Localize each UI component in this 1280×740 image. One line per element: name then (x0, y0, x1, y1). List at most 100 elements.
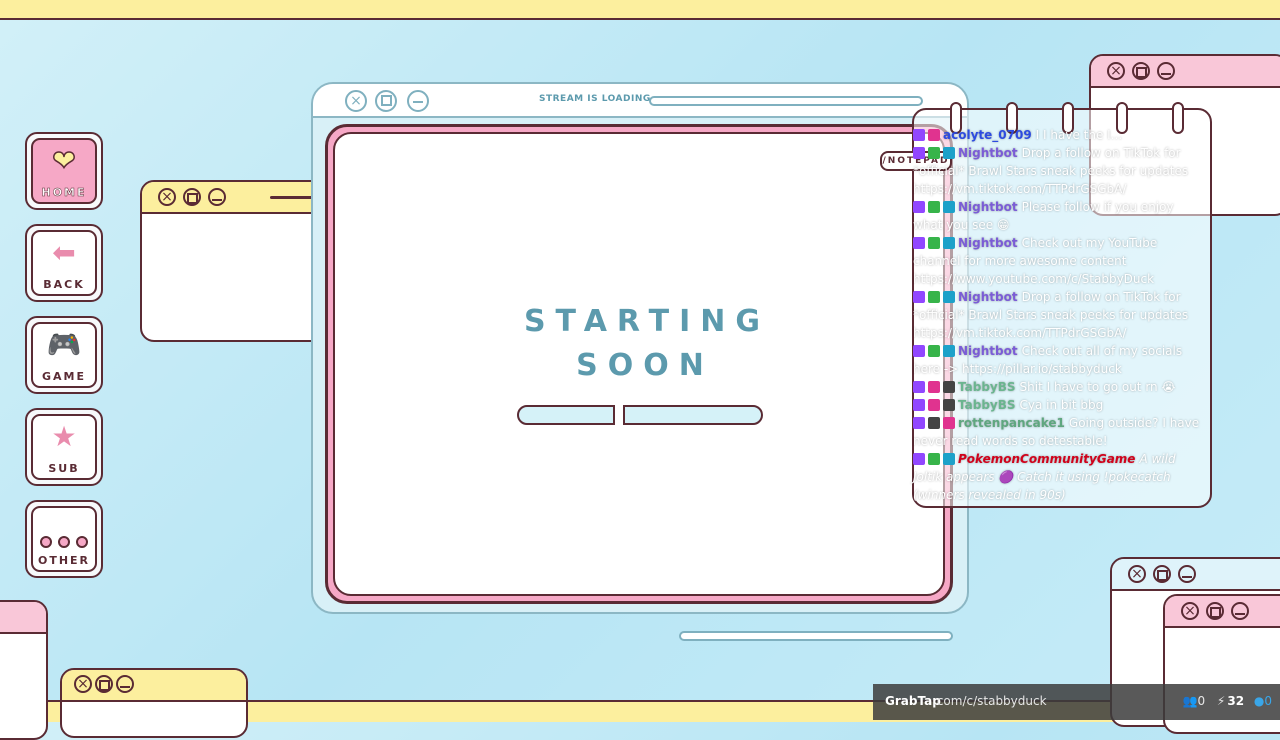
chat-username[interactable]: TabbyBS (958, 398, 1016, 412)
subscriber-icon (928, 381, 940, 393)
minimize-icon (1178, 565, 1196, 583)
sidebar-item-other[interactable]: OTHER (25, 500, 103, 578)
chat-message: Nightbot Please follow if you enjoy what … (913, 198, 1205, 234)
points-count: 32 (1227, 694, 1245, 708)
chat-text: I I have the I... (1035, 128, 1123, 142)
viewers-icon: 👥 (1182, 694, 1198, 708)
moderator-icon (928, 237, 940, 249)
subscriber-icon (943, 417, 955, 429)
minimize-icon (1157, 62, 1175, 80)
bot-icon (943, 453, 955, 465)
sidebar-item-back[interactable]: ⬅ BACK (25, 224, 103, 302)
twitch-icon (913, 399, 925, 411)
twitch-icon (913, 129, 925, 141)
minimize-icon (208, 188, 226, 206)
chat-message: PokemonCommunityGame A wild Joltik appear… (913, 450, 1205, 504)
chat-username[interactable]: rottenpancake1 (958, 416, 1065, 430)
badge-icon (943, 381, 955, 393)
decor-bar (679, 631, 953, 641)
moderator-icon (928, 147, 940, 159)
sidebar-item-label: BACK (43, 278, 85, 291)
chat-username[interactable]: Nightbot (958, 344, 1018, 358)
chat-message: rottenpancake1 Going outside? I have neve… (913, 414, 1205, 450)
chat-text: Cya in bit bbg (1019, 398, 1104, 412)
close-icon (158, 188, 176, 206)
chat-message: acolyte_0709 I I have the I... (913, 126, 1205, 144)
close-icon (1181, 602, 1199, 620)
top-border-bar (0, 0, 1280, 20)
bolt-icon: ⚡ (1216, 694, 1226, 708)
twitch-icon (913, 453, 925, 465)
loading-progress-track (649, 96, 923, 106)
close-icon (1128, 565, 1146, 583)
coin-icon: ● (1253, 694, 1265, 708)
channel-link[interactable]: .com/c/stabbyduck (933, 694, 1047, 708)
stream-loading-label: STREAM IS LOADING (539, 94, 651, 104)
stream-info-overlay: GrabTap .com/c/stabbyduck 👥0 ⚡ 32 ●0 (873, 684, 1280, 720)
chat-username[interactable]: Nightbot (958, 290, 1018, 304)
moderator-icon (928, 201, 940, 213)
twitch-icon (913, 345, 925, 357)
viewer-count: 0 (1197, 694, 1206, 708)
chat-message: Nightbot Drop a follow on TikTok for *off… (913, 144, 1205, 198)
decor-window-left-bottom (0, 600, 48, 740)
moderator-icon (928, 453, 940, 465)
close-icon[interactable] (345, 90, 367, 112)
star-icon: ★ (51, 420, 77, 453)
chat-message: Nightbot Drop a follow on TikTok for *off… (913, 288, 1205, 342)
maximize-icon (95, 675, 113, 693)
badge-icon (928, 129, 940, 141)
maximize-icon (183, 188, 201, 206)
chat-username[interactable]: acolyte_0709 (943, 128, 1032, 142)
stream-stats: 👥0 ⚡ 32 ●0 (1182, 694, 1272, 708)
twitch-icon (913, 291, 925, 303)
chat-username[interactable]: Nightbot (958, 236, 1018, 250)
chat-username[interactable]: TabbyBS (958, 380, 1016, 394)
chat-message: Nightbot Check out all of my socials here… (913, 342, 1205, 378)
maximize-icon (1153, 565, 1171, 583)
maximize-icon[interactable] (375, 90, 397, 112)
sidebar-item-sub[interactable]: ★ SUB (25, 408, 103, 486)
twitch-icon (913, 381, 925, 393)
minimize-icon[interactable] (407, 90, 429, 112)
moderator-icon (928, 345, 940, 357)
twitch-icon (913, 237, 925, 249)
moderator-icon (928, 291, 940, 303)
badge-icon (928, 417, 940, 429)
maximize-icon (1132, 62, 1150, 80)
bot-icon (943, 147, 955, 159)
subscriber-icon (928, 399, 940, 411)
bot-icon (943, 291, 955, 303)
chat-message: Nightbot Check out my YouTube channel for… (913, 234, 1205, 288)
close-icon (74, 675, 92, 693)
badge-icon (943, 399, 955, 411)
arrow-left-icon: ⬅ (52, 236, 76, 269)
twitch-icon (913, 201, 925, 213)
bot-icon (943, 201, 955, 213)
close-icon (1107, 62, 1125, 80)
sidebar-item-label: OTHER (37, 554, 91, 567)
window-titlebar: STREAM IS LOADING (313, 84, 967, 118)
chat-username[interactable]: PokemonCommunityGame (958, 452, 1135, 466)
twitch-icon (913, 417, 925, 429)
minimize-icon (1231, 602, 1249, 620)
dots-icon (27, 524, 101, 554)
maximize-icon (1206, 602, 1224, 620)
decor-window-yellow-bottom (60, 668, 248, 738)
bot-icon (943, 237, 955, 249)
heart-icon: ❤ (52, 144, 77, 177)
chat-message: TabbyBS Shit I have to go out rn 😭 (913, 378, 1205, 396)
chat-list: acolyte_0709 I I have the I... Nightbot Dr… (913, 126, 1205, 504)
loading-progress-bar (517, 405, 763, 425)
twitch-icon (913, 147, 925, 159)
minimize-icon (116, 675, 134, 693)
chat-text: Shit I have to go out rn 😭 (1019, 380, 1176, 394)
sidebar-item-home[interactable]: ❤ HOME (25, 132, 103, 210)
chat-username[interactable]: Nightbot (958, 200, 1018, 214)
bot-icon (943, 345, 955, 357)
chat-username[interactable]: Nightbot (958, 146, 1018, 160)
sidebar-item-label: HOME (41, 186, 87, 200)
sidebar-item-label: SUB (48, 462, 80, 475)
extra-count: 0 (1264, 694, 1272, 708)
chat-message: TabbyBS Cya in bit bbg (913, 396, 1205, 414)
